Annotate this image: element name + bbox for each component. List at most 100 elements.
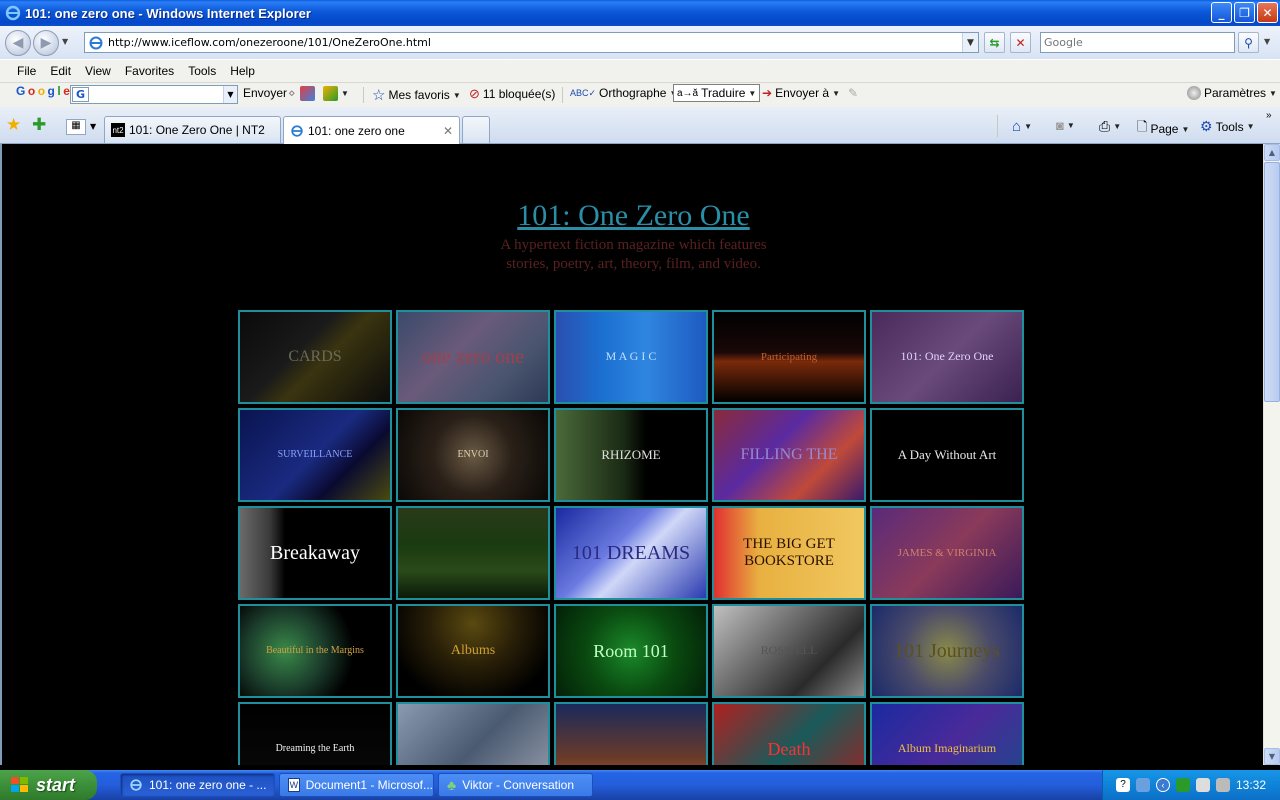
search-button[interactable]: ⚲ — [1238, 32, 1259, 53]
back-button[interactable]: ◀ — [5, 30, 31, 56]
issue-tile[interactable] — [554, 702, 708, 765]
refresh-button[interactable]: ⇆ — [984, 32, 1005, 53]
search-options-icon[interactable]: ▼ — [1264, 37, 1270, 46]
scroll-down-icon[interactable]: ▼ — [1264, 748, 1280, 765]
issue-tile[interactable] — [396, 702, 550, 765]
issue-tile[interactable]: ROSWELL — [712, 604, 866, 698]
favorites-center-icon[interactable]: ★ — [6, 115, 21, 135]
news-icon[interactable] — [300, 86, 315, 101]
vertical-scrollbar[interactable]: ▲ ▼ — [1263, 144, 1280, 765]
quick-tabs-icon[interactable]: ▦ — [66, 119, 86, 135]
close-tab-icon[interactable]: ✕ — [443, 124, 453, 138]
toolbar-overflow-icon[interactable]: » — [1266, 110, 1272, 121]
network-tray-icon[interactable] — [1135, 778, 1150, 792]
url-text[interactable]: http://www.iceflow.com/onezeroone/101/On… — [108, 36, 431, 49]
minimize-button[interactable]: _ — [1211, 2, 1232, 23]
feeds-button[interactable]: ◙ ▼ — [1056, 118, 1075, 133]
issue-tile[interactable]: Room 101 — [554, 604, 708, 698]
issue-tile[interactable]: CARDS — [238, 310, 392, 404]
history-dropdown-icon[interactable]: ▼ — [62, 37, 68, 46]
issue-tile[interactable]: ENVOI — [396, 408, 550, 502]
puzzle-icon[interactable]: ▼ — [323, 86, 349, 101]
tab-list-dropdown-icon[interactable]: ▼ — [90, 122, 96, 131]
popup-blocker-button[interactable]: ⊘ 11 bloquée(s) — [469, 86, 555, 102]
issue-tile[interactable]: Death — [712, 702, 866, 765]
taskbar-item-ie[interactable]: 101: one zero one - ... — [120, 773, 275, 797]
traduire-button[interactable]: a→ă Traduire ▼ — [673, 84, 761, 102]
issue-tile[interactable]: 101 Journeys — [870, 604, 1024, 698]
tab-onezeroone-nt2[interactable]: nt2 101: One Zero One | NT2 — [104, 116, 281, 143]
internet-explorer-icon — [5, 5, 21, 21]
issue-tile[interactable]: SURVEILLANCE — [238, 408, 392, 502]
tools-menu-button[interactable]: ⚙ Tools ▼ — [1200, 118, 1255, 135]
issue-tile[interactable]: Participating — [712, 310, 866, 404]
tab-bar: ★ ✚ ▦ ▼ nt2 101: One Zero One | NT2 101:… — [0, 107, 1280, 144]
menu-file[interactable]: File — [10, 62, 43, 80]
parametres-button[interactable]: Paramètres ▼ — [1187, 86, 1277, 100]
start-button[interactable]: start — [0, 770, 97, 800]
orthographe-button[interactable]: ABC✓ Orthographe▼ — [570, 86, 677, 100]
issue-tile[interactable]: Album Imaginarium — [870, 702, 1024, 765]
scroll-thumb[interactable] — [1264, 162, 1280, 402]
page-title-link[interactable]: 101: One Zero One — [2, 199, 1263, 233]
google-envoyer-button[interactable]: Envoyer — [243, 86, 287, 100]
issue-tile[interactable]: Breakaway — [238, 506, 392, 600]
issue-tile[interactable]: one zero one — [396, 310, 550, 404]
menu-view[interactable]: View — [78, 62, 118, 80]
issue-tile[interactable]: A Day Without Art — [870, 408, 1024, 502]
scroll-up-icon[interactable]: ▲ — [1264, 144, 1280, 161]
volume-tray-icon[interactable] — [1195, 778, 1210, 792]
tab-onezeroone-active[interactable]: 101: one zero one ✕ — [283, 116, 460, 144]
issue-tile-caption: 101 Journeys — [893, 639, 1001, 662]
envoyer-a-button[interactable]: ➔ Envoyer à ▼ — [762, 86, 840, 100]
search-field[interactable] — [1040, 32, 1235, 53]
search-input[interactable] — [1044, 36, 1234, 49]
new-tab-button[interactable] — [462, 116, 490, 143]
issue-tile-caption: 101 DREAMS — [571, 541, 691, 564]
issue-tile[interactable]: THE BIG GET BOOKSTORE — [712, 506, 866, 600]
menu-edit[interactable]: Edit — [43, 62, 78, 80]
google-g-icon: G — [72, 87, 89, 102]
menu-help[interactable]: Help — [223, 62, 262, 80]
issue-tile[interactable]: Dreaming the Earth — [238, 702, 392, 765]
issue-tile-caption: FILLING THE — [740, 445, 838, 463]
home-button[interactable]: ⌂ ▼ — [1012, 118, 1032, 135]
issue-tile[interactable]: M A G I C — [554, 310, 708, 404]
maximize-button[interactable]: ❐ — [1234, 2, 1255, 23]
issue-tile[interactable]: RHIZOME — [554, 408, 708, 502]
issue-tile[interactable]: Albums — [396, 604, 550, 698]
stop-button[interactable]: ✕ — [1010, 32, 1031, 53]
issue-tile[interactable]: 101: One Zero One — [870, 310, 1024, 404]
taskbar-item-messenger[interactable]: ♣ Viktor - Conversation — [438, 773, 593, 797]
add-favorite-icon[interactable]: ✚ — [32, 115, 46, 135]
issue-tile-caption: JAMES & VIRGINIA — [897, 546, 997, 559]
forward-button[interactable]: ▶ — [33, 30, 59, 56]
google-search-input[interactable]: G ▼ — [70, 85, 238, 104]
issue-tile[interactable]: 101 DREAMS — [554, 506, 708, 600]
highlighter-icon[interactable]: ✎ — [848, 86, 858, 100]
url-field[interactable]: http://www.iceflow.com/onezeroone/101/On… — [84, 32, 979, 53]
favoris-button[interactable]: ☆ Mes favoris ▼ — [372, 86, 461, 104]
windows-logo-icon — [11, 777, 28, 792]
menu-favorites[interactable]: Favorites — [118, 62, 181, 80]
taskbar-item-word[interactable]: W Document1 - Microsof... — [279, 773, 434, 797]
issue-tile[interactable]: FILLING THE — [712, 408, 866, 502]
issue-tile[interactable] — [396, 506, 550, 600]
google-search-dropdown-icon[interactable]: ▼ — [223, 86, 237, 103]
page-icon: 🗋 — [1137, 119, 1148, 134]
page-menu-button[interactable]: 🗋 Page ▼ — [1137, 118, 1189, 140]
display-tray-icon[interactable] — [1215, 778, 1230, 792]
google-logo[interactable]: Google — [16, 84, 70, 98]
menu-tools[interactable]: Tools — [181, 62, 223, 80]
issue-tile[interactable]: JAMES & VIRGINIA — [870, 506, 1024, 600]
back-arrow-icon: ◀ — [12, 35, 24, 51]
print-button[interactable]: ⎙ ▼ — [1099, 118, 1121, 135]
show-hidden-icons-icon[interactable]: ‹ — [1155, 778, 1170, 792]
help-tray-icon[interactable]: ? — [1115, 778, 1130, 792]
messenger-tray-icon[interactable] — [1175, 778, 1190, 792]
issue-tile[interactable]: Beautiful in the Margins — [238, 604, 392, 698]
close-button[interactable]: ✕ — [1257, 2, 1278, 23]
url-dropdown-icon[interactable]: ▼ — [962, 33, 978, 52]
magnifier-icon: ⚲ — [1244, 35, 1253, 50]
translate-icon: a→ă — [677, 87, 699, 99]
